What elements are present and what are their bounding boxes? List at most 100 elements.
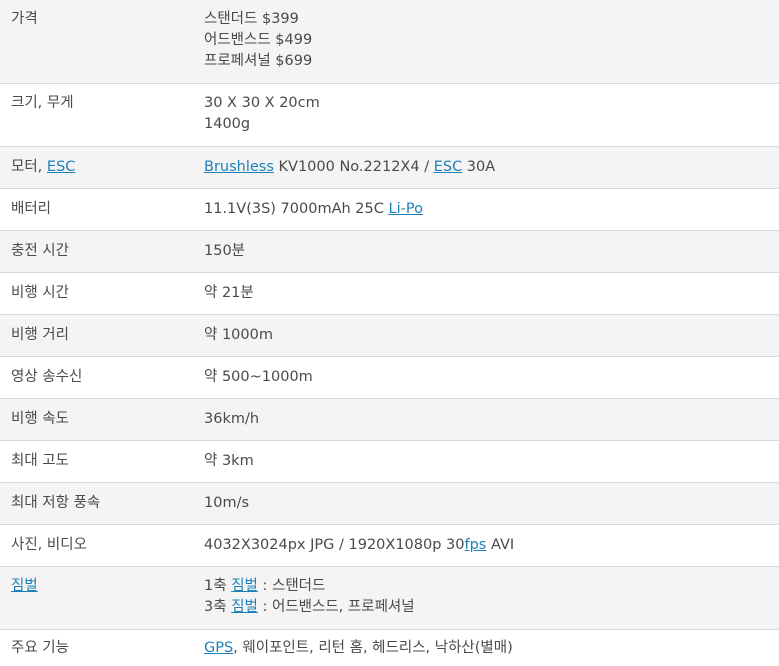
spec-row: 비행 속도 36km/h (0, 398, 779, 441)
spec-label: 비행 시간 (0, 272, 191, 315)
spec-value: 11.1V(3S) 7000mAh 25C Li-Po (191, 188, 779, 231)
spec-label-text: 주요 기능 (11, 638, 191, 659)
spec-value: 10m/s (191, 482, 779, 525)
spec-value: GPS, 웨이포인트, 리턴 홈, 헤드리스, 낙하산(별매) (191, 629, 779, 666)
text-segment: 4032X3024px JPG / 1920X1080p 30 (204, 536, 465, 553)
spec-value: 약 3km (191, 440, 779, 483)
text-segment: 약 1000m (204, 326, 273, 343)
spec-label-text: 충전 시간 (11, 241, 191, 262)
text-segment: 충전 시간 (11, 242, 69, 259)
spec-table-body: 가격 스탠더드 $399 어드밴스드 $499 프로페셔널 $699 크기, 무게 30 … (0, 0, 779, 666)
text-segment: KV1000 No.2212X4 / (273, 158, 434, 175)
spec-value: Brushless KV1000 No.2212X4 / ESC 30A (191, 146, 779, 189)
spec-value-line: Brushless KV1000 No.2212X4 / ESC 30A (204, 157, 779, 178)
spec-row: 배터리 11.1V(3S) 7000mAh 25C Li-Po (0, 188, 779, 231)
spec-label-text: 영상 송수신 (11, 367, 191, 388)
text-segment: : 어드밴스드, 프로페셔널 (257, 598, 415, 615)
text-segment: 배터리 (11, 200, 52, 217)
spec-value-line: 3축 짐벌 : 어드밴스드, 프로페셔널 (204, 597, 779, 618)
text-segment: 프로페셔널 $699 (204, 53, 313, 69)
term-link[interactable]: GPS (204, 640, 233, 656)
spec-label: 짐벌 (0, 566, 191, 630)
spec-value-line: 4032X3024px JPG / 1920X1080p 30fps AVI (204, 535, 779, 556)
spec-row: 가격 스탠더드 $399 어드밴스드 $499 프로페셔널 $699 (0, 0, 779, 84)
spec-label: 영상 송수신 (0, 356, 191, 399)
spec-label: 비행 속도 (0, 398, 191, 441)
spec-label: 배터리 (0, 188, 191, 231)
text-segment: 영상 송수신 (11, 368, 83, 385)
spec-value-line: 150분 (204, 241, 779, 262)
term-link[interactable]: 짐벌 (231, 599, 258, 615)
spec-value-line: GPS, 웨이포인트, 리턴 홈, 헤드리스, 낙하산(별매) (204, 638, 779, 659)
spec-label: 사진, 비디오 (0, 524, 191, 567)
spec-row: 크기, 무게 30 X 30 X 20cm 1400g (0, 83, 779, 147)
spec-value-line: 약 21분 (204, 283, 779, 304)
spec-value: 150분 (191, 230, 779, 273)
spec-label: 가격 (0, 0, 191, 84)
spec-label-text: 비행 거리 (11, 325, 191, 346)
text-segment: 스탠더드 $399 (204, 11, 299, 27)
spec-label: 모터, ESC (0, 146, 191, 189)
spec-value: 약 21분 (191, 272, 779, 315)
term-link[interactable]: ESC (434, 159, 463, 175)
spec-label-text: 비행 속도 (11, 409, 191, 430)
term-link[interactable]: 짐벌 (231, 578, 258, 594)
spec-value-line: 약 1000m (204, 325, 779, 346)
text-segment: 약 3km (204, 452, 254, 469)
spec-row: 주요 기능 GPS, 웨이포인트, 리턴 홈, 헤드리스, 낙하산(별매) (0, 629, 779, 666)
text-segment: 150분 (204, 242, 246, 259)
text-segment: 30A (462, 158, 496, 175)
spec-row: 영상 송수신 약 500~1000m (0, 356, 779, 399)
text-segment: 어드밴스드 $499 (204, 32, 313, 48)
spec-row: 짐벌 1축 짐벌 : 스탠더드 3축 짐벌 : 어드밴스드, 프로페셔널 (0, 566, 779, 630)
spec-value: 36km/h (191, 398, 779, 441)
text-segment: 1400g (204, 115, 251, 132)
text-segment: 최대 저항 풍속 (11, 494, 101, 511)
term-link[interactable]: Brushless (204, 159, 274, 175)
spec-row: 모터, ESC Brushless KV1000 No.2212X4 / ESC … (0, 146, 779, 189)
spec-value: 30 X 30 X 20cm 1400g (191, 83, 779, 147)
spec-label-text: 배터리 (11, 199, 191, 220)
spec-value: 스탠더드 $399 어드밴스드 $499 프로페셔널 $699 (191, 0, 779, 84)
text-segment: 1축 (204, 577, 232, 594)
text-segment: 약 500~1000m (204, 368, 313, 385)
spec-value-line: 약 3km (204, 451, 779, 472)
spec-value-line: 약 500~1000m (204, 367, 779, 388)
text-segment: 최대 고도 (11, 452, 69, 469)
spec-value: 약 1000m (191, 314, 779, 357)
text-segment: 3축 (204, 598, 232, 615)
spec-value: 약 500~1000m (191, 356, 779, 399)
text-segment: 크기, 무게 (11, 94, 74, 111)
spec-label-text: 모터, ESC (11, 157, 191, 178)
spec-label-text: 짐벌 (11, 576, 191, 597)
spec-label-text: 크기, 무게 (11, 93, 191, 114)
text-segment: 모터, (11, 158, 47, 175)
spec-value-line: 11.1V(3S) 7000mAh 25C Li-Po (204, 199, 779, 220)
spec-value-line: 스탠더드 $399 (204, 9, 779, 30)
spec-value-line: 프로페셔널 $699 (204, 51, 779, 72)
text-segment: 11.1V(3S) 7000mAh 25C (204, 200, 389, 217)
spec-row: 사진, 비디오 4032X3024px JPG / 1920X1080p 30fp… (0, 524, 779, 567)
spec-label: 최대 고도 (0, 440, 191, 483)
spec-row: 비행 시간 약 21분 (0, 272, 779, 315)
spec-value-line: 1400g (204, 114, 779, 135)
term-link[interactable]: ESC (47, 159, 76, 175)
spec-value: 1축 짐벌 : 스탠더드 3축 짐벌 : 어드밴스드, 프로페셔널 (191, 566, 779, 630)
term-link[interactable]: 짐벌 (11, 578, 38, 594)
spec-label-text: 비행 시간 (11, 283, 191, 304)
spec-label-text: 최대 저항 풍속 (11, 493, 191, 514)
text-segment: : 스탠더드 (257, 577, 326, 594)
spec-label: 비행 거리 (0, 314, 191, 357)
spec-row: 최대 저항 풍속 10m/s (0, 482, 779, 525)
text-segment: AVI (486, 536, 515, 553)
term-link[interactable]: Li-Po (389, 201, 423, 217)
spec-label: 주요 기능 (0, 629, 191, 666)
text-segment: 사진, 비디오 (11, 536, 87, 553)
spec-table: 가격 스탠더드 $399 어드밴스드 $499 프로페셔널 $699 크기, 무게 30 … (0, 0, 779, 666)
spec-label: 충전 시간 (0, 230, 191, 273)
text-segment: 10m/s (204, 494, 250, 511)
spec-label: 최대 저항 풍속 (0, 482, 191, 525)
spec-row: 최대 고도 약 3km (0, 440, 779, 483)
text-segment: 약 21분 (204, 284, 254, 301)
term-link[interactable]: fps (465, 537, 487, 553)
